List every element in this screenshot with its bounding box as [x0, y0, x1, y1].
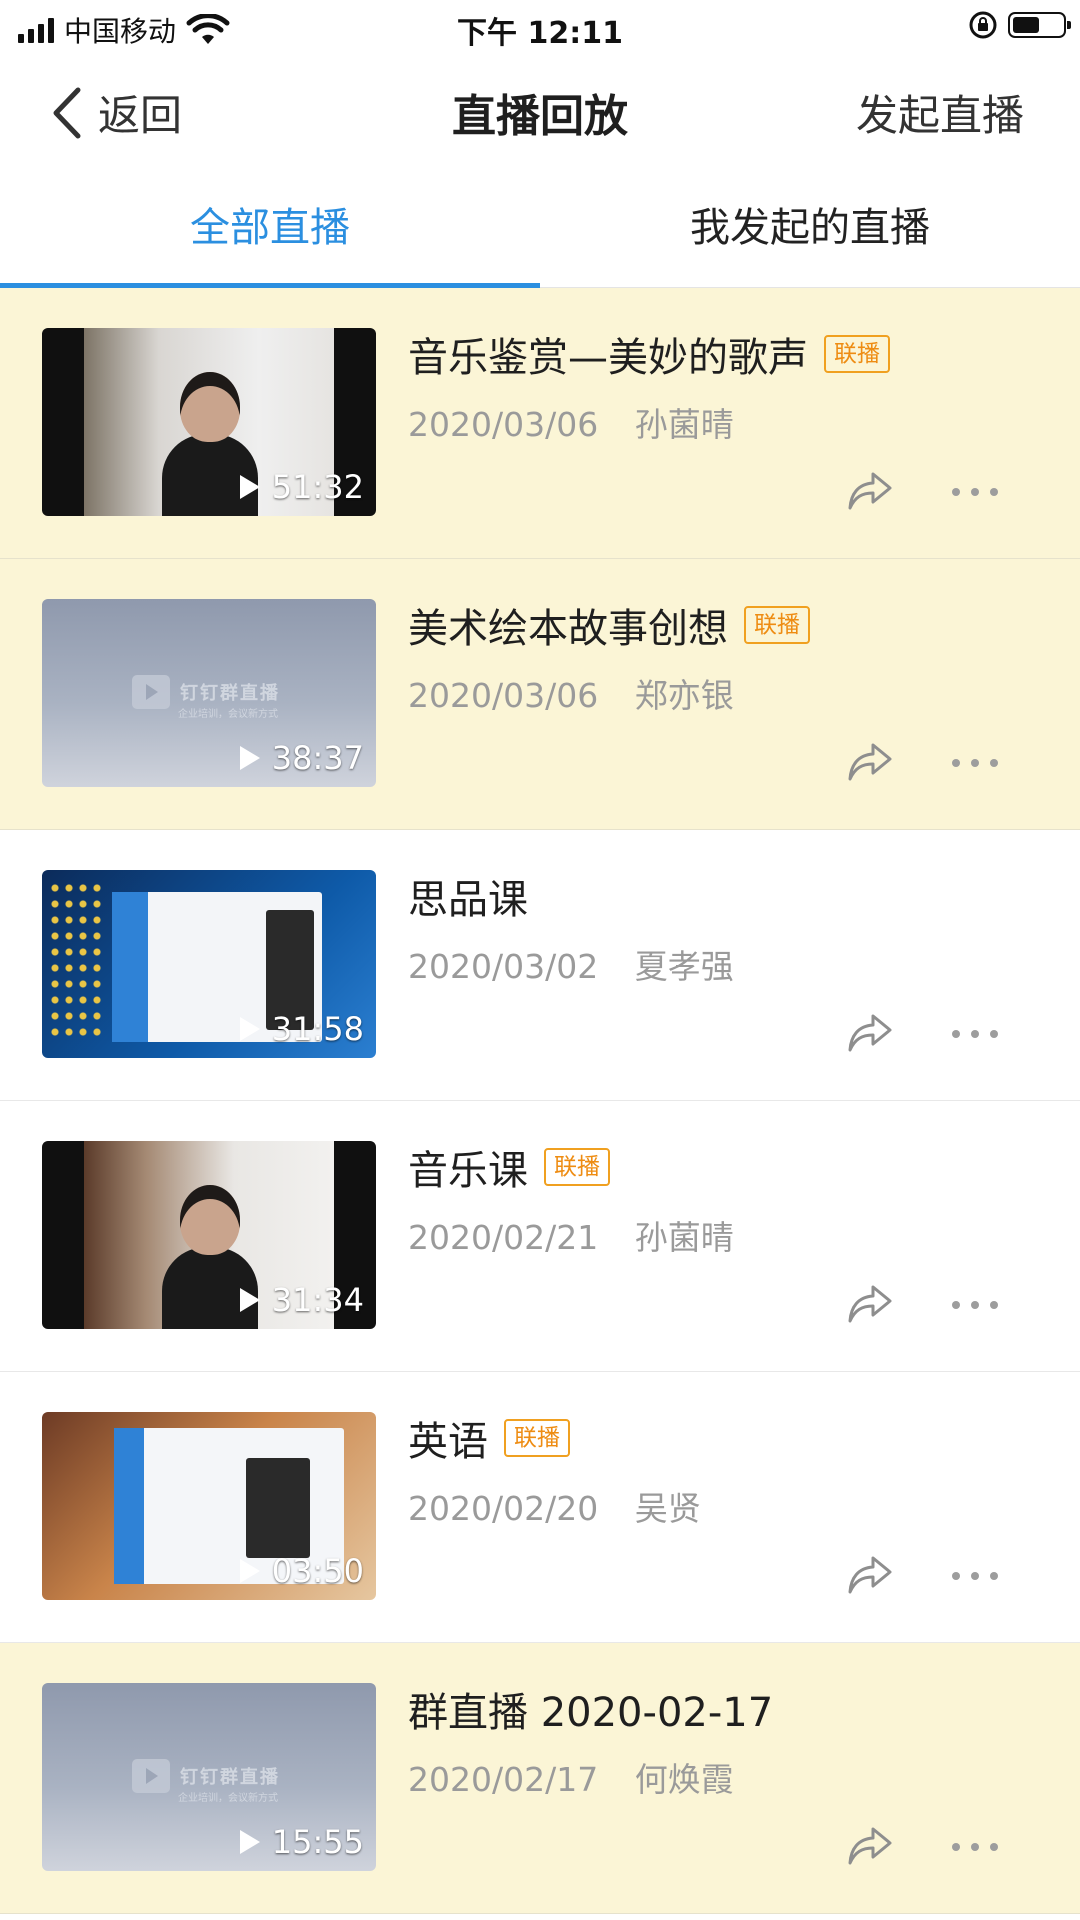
dingtalk-live-logo: 钉钉群直播 — [132, 1759, 280, 1793]
list-item[interactable]: 03:50 英语 联播 2020/02/20 吴贤 — [0, 1372, 1080, 1643]
item-date: 2020/02/20 — [408, 1489, 599, 1528]
item-author: 夏孝强 — [634, 947, 734, 986]
share-icon[interactable] — [846, 1283, 894, 1327]
item-date: 2020/03/06 — [408, 405, 599, 444]
duration-text: 03:50 — [271, 1552, 364, 1590]
video-thumbnail[interactable]: 31:34 — [42, 1141, 376, 1329]
more-icon[interactable] — [952, 482, 998, 502]
relay-badge: 联播 — [744, 606, 810, 644]
tab-all-live[interactable]: 全部直播 — [0, 160, 540, 288]
logo-subtext: 企业培训，会议新方式 — [178, 709, 278, 720]
item-author: 郑亦银 — [634, 676, 734, 715]
rotation-lock-icon — [969, 11, 997, 39]
relay-badge: 联播 — [544, 1148, 610, 1186]
list-item[interactable]: 钉钉群直播 企业培训，会议新方式 15:55 群直播 2020-02-17 20… — [0, 1643, 1080, 1914]
item-title: 美术绘本故事创想 — [408, 606, 728, 652]
item-author: 孙菌晴 — [634, 405, 734, 444]
list-item[interactable]: 钉钉群直播 企业培训，会议新方式 38:37 美术绘本故事创想 联播 2020/… — [0, 559, 1080, 830]
tab-my-live[interactable]: 我发起的直播 — [540, 160, 1080, 288]
share-icon[interactable] — [846, 470, 894, 514]
item-author: 孙菌晴 — [634, 1218, 734, 1257]
status-time: 下午 12:11 — [457, 16, 623, 51]
duration-label: 51:32 — [239, 468, 364, 506]
item-info: 音乐课 联播 2020/02/21 孙菌晴 — [408, 1137, 1048, 1259]
status-bar: 中国移动 下午 12:11 — [0, 0, 1080, 56]
duration-text: 31:58 — [271, 1010, 364, 1048]
play-icon — [239, 1288, 260, 1312]
item-author: 何焕霞 — [634, 1760, 734, 1799]
duration-label: 38:37 — [239, 739, 364, 777]
more-icon[interactable] — [952, 1295, 998, 1315]
more-icon[interactable] — [952, 753, 998, 773]
duration-label: 31:58 — [239, 1010, 364, 1048]
status-right — [968, 10, 1071, 40]
item-meta: 2020/02/20 吴贤 — [408, 1482, 1048, 1530]
item-title: 音乐鉴赏—美妙的歌声 — [408, 335, 808, 381]
item-author: 吴贤 — [634, 1489, 701, 1528]
item-meta: 2020/03/06 郑亦银 — [408, 669, 1048, 717]
tv-icon — [132, 1759, 170, 1793]
video-thumbnail[interactable]: 03:50 — [42, 1412, 376, 1600]
logo-text: 钉钉群直播 — [180, 1767, 280, 1788]
duration-text: 31:34 — [271, 1281, 364, 1319]
item-meta: 2020/03/06 孙菌晴 — [408, 398, 1048, 446]
duration-text: 51:32 — [271, 468, 364, 506]
tv-icon — [132, 675, 170, 709]
duration-text: 15:55 — [271, 1823, 364, 1861]
item-title: 英语 — [408, 1419, 488, 1465]
duration-label: 15:55 — [239, 1823, 364, 1861]
item-info: 思品课 2020/03/02 夏孝强 — [408, 866, 1048, 988]
battery-icon — [1008, 12, 1071, 38]
video-thumbnail[interactable]: 钉钉群直播 企业培训，会议新方式 38:37 — [42, 599, 376, 787]
logo-text: 钉钉群直播 — [180, 683, 280, 704]
video-thumbnail[interactable]: 51:32 — [42, 328, 376, 516]
duration-text: 38:37 — [271, 739, 364, 777]
share-icon[interactable] — [846, 741, 894, 785]
item-meta: 2020/02/17 何焕霞 — [408, 1753, 1048, 1801]
video-thumbnail[interactable]: 31:58 — [42, 870, 376, 1058]
nav-bar: 返回 直播回放 发起直播 — [0, 56, 1080, 160]
play-icon — [239, 746, 260, 770]
duration-label: 31:34 — [239, 1281, 364, 1319]
item-date: 2020/03/06 — [408, 676, 599, 715]
tab-bar: 全部直播 我发起的直播 — [0, 160, 1080, 288]
item-info: 群直播 2020-02-17 2020/02/17 何焕霞 — [408, 1679, 1048, 1801]
item-title: 群直播 2020-02-17 — [408, 1690, 774, 1736]
relay-badge: 联播 — [504, 1419, 570, 1457]
play-icon — [239, 1017, 260, 1041]
item-date: 2020/02/17 — [408, 1760, 599, 1799]
dingtalk-live-logo: 钉钉群直播 — [132, 675, 280, 709]
item-info: 美术绘本故事创想 联播 2020/03/06 郑亦银 — [408, 595, 1048, 717]
logo-subtext: 企业培训，会议新方式 — [178, 1793, 278, 1804]
list-item[interactable]: 31:58 思品课 2020/03/02 夏孝强 — [0, 830, 1080, 1101]
more-icon[interactable] — [952, 1566, 998, 1586]
item-info: 英语 联播 2020/02/20 吴贤 — [408, 1408, 1048, 1530]
duration-label: 03:50 — [239, 1552, 364, 1590]
relay-badge: 联播 — [824, 335, 890, 373]
share-icon[interactable] — [846, 1554, 894, 1598]
more-icon[interactable] — [952, 1024, 998, 1044]
item-meta: 2020/02/21 孙菌晴 — [408, 1211, 1048, 1259]
item-meta: 2020/03/02 夏孝强 — [408, 940, 1048, 988]
replay-list: 51:32 音乐鉴赏—美妙的歌声 联播 2020/03/06 孙菌晴 钉钉群直播… — [0, 288, 1080, 1914]
item-date: 2020/02/21 — [408, 1218, 599, 1257]
share-icon[interactable] — [846, 1825, 894, 1869]
more-icon[interactable] — [952, 1837, 998, 1857]
play-icon — [239, 1559, 260, 1583]
play-icon — [239, 475, 260, 499]
start-live-button[interactable]: 发起直播 — [856, 82, 1024, 143]
list-item[interactable]: 31:34 音乐课 联播 2020/02/21 孙菌晴 — [0, 1101, 1080, 1372]
item-date: 2020/03/02 — [408, 947, 599, 986]
item-title: 音乐课 — [408, 1148, 528, 1194]
list-item[interactable]: 51:32 音乐鉴赏—美妙的歌声 联播 2020/03/06 孙菌晴 — [0, 288, 1080, 559]
share-icon[interactable] — [846, 1012, 894, 1056]
play-icon — [239, 1830, 260, 1854]
video-thumbnail[interactable]: 钉钉群直播 企业培训，会议新方式 15:55 — [42, 1683, 376, 1871]
item-title: 思品课 — [408, 877, 528, 923]
item-info: 音乐鉴赏—美妙的歌声 联播 2020/03/06 孙菌晴 — [408, 324, 1048, 446]
